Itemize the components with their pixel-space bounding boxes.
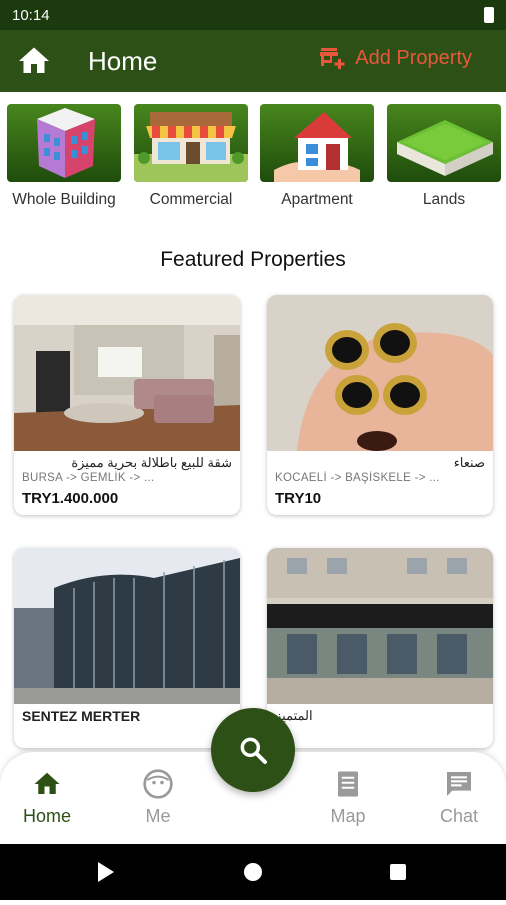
property-card[interactable]: شقة للبيع باطلالة بحرية مميزة BURSA -> G… <box>14 295 240 515</box>
nav-chat[interactable]: Chat <box>419 768 499 827</box>
home-icon <box>34 772 60 794</box>
property-location <box>267 724 493 725</box>
property-photo <box>14 295 240 451</box>
nav-map[interactable]: Map <box>308 768 388 827</box>
category-label: Whole Building <box>12 191 116 208</box>
category-label: Commercial <box>149 191 233 208</box>
category-row: Whole Building Commercial Apartment Land… <box>0 100 506 220</box>
status-time: 10:14 <box>12 6 50 24</box>
nav-me[interactable]: Me <box>118 768 198 827</box>
nav-label: Home <box>22 806 71 826</box>
nav-home[interactable]: Home <box>7 768 87 827</box>
property-photo <box>267 548 493 704</box>
property-card[interactable]: SENTEZ MERTER <box>14 548 240 748</box>
property-location: BURSA -> GEMLİK -> ... <box>22 472 155 484</box>
page-title: Home <box>88 45 158 76</box>
nav-label: Map <box>330 806 366 826</box>
category-commercial[interactable]: Commercial <box>134 104 248 209</box>
property-location <box>14 724 240 725</box>
property-price: TRY10 <box>275 490 322 507</box>
home-icon[interactable] <box>16 43 52 79</box>
category-label: Lands <box>422 191 466 208</box>
nav-label: Me <box>145 806 171 826</box>
add-store-icon <box>320 48 345 69</box>
system-navigation-bar <box>0 844 506 900</box>
property-photo <box>14 548 240 704</box>
add-property-button[interactable]: Add Property <box>319 46 472 70</box>
face-icon <box>143 769 173 799</box>
search-fab-button[interactable] <box>211 708 295 792</box>
property-title: SENTEZ MERTER <box>22 708 141 724</box>
category-apartment[interactable]: Apartment <box>260 104 374 209</box>
property-photo <box>267 295 493 451</box>
category-label: Apartment <box>281 191 353 208</box>
featured-properties-title: Featured Properties <box>160 248 346 271</box>
nav-label: Chat <box>439 806 479 826</box>
property-location: KOCAELİ -> BAŞİSKELE -> ... <box>275 472 440 484</box>
back-icon[interactable] <box>98 862 114 882</box>
home-nav-icon[interactable] <box>244 863 262 881</box>
map-icon <box>338 771 358 797</box>
property-card[interactable]: صنعاء KOCAELİ -> BAŞİSKELE -> ... TRY10 <box>267 295 493 515</box>
apartment-image <box>260 104 374 182</box>
lands-image <box>387 104 501 182</box>
add-property-label: Add Property <box>355 46 472 69</box>
status-bar: 10:14 <box>0 0 506 30</box>
whole-building-image <box>7 104 121 182</box>
property-title: المتميز <box>275 708 313 723</box>
property-title: صنعاء <box>453 455 485 470</box>
battery-icon <box>484 7 494 23</box>
app-bar: Home Add Property <box>0 30 506 92</box>
category-whole-building[interactable]: Whole Building <box>7 104 121 209</box>
property-card[interactable]: المتميز <box>267 548 493 748</box>
commercial-image <box>134 104 248 182</box>
category-lands[interactable]: Lands <box>387 104 501 209</box>
search-icon <box>240 737 267 764</box>
recents-icon[interactable] <box>390 864 406 880</box>
chat-icon <box>447 772 471 796</box>
property-price: TRY1.400.000 <box>22 490 119 507</box>
property-title: شقة للبيع باطلالة بحرية مميزة <box>71 455 232 470</box>
